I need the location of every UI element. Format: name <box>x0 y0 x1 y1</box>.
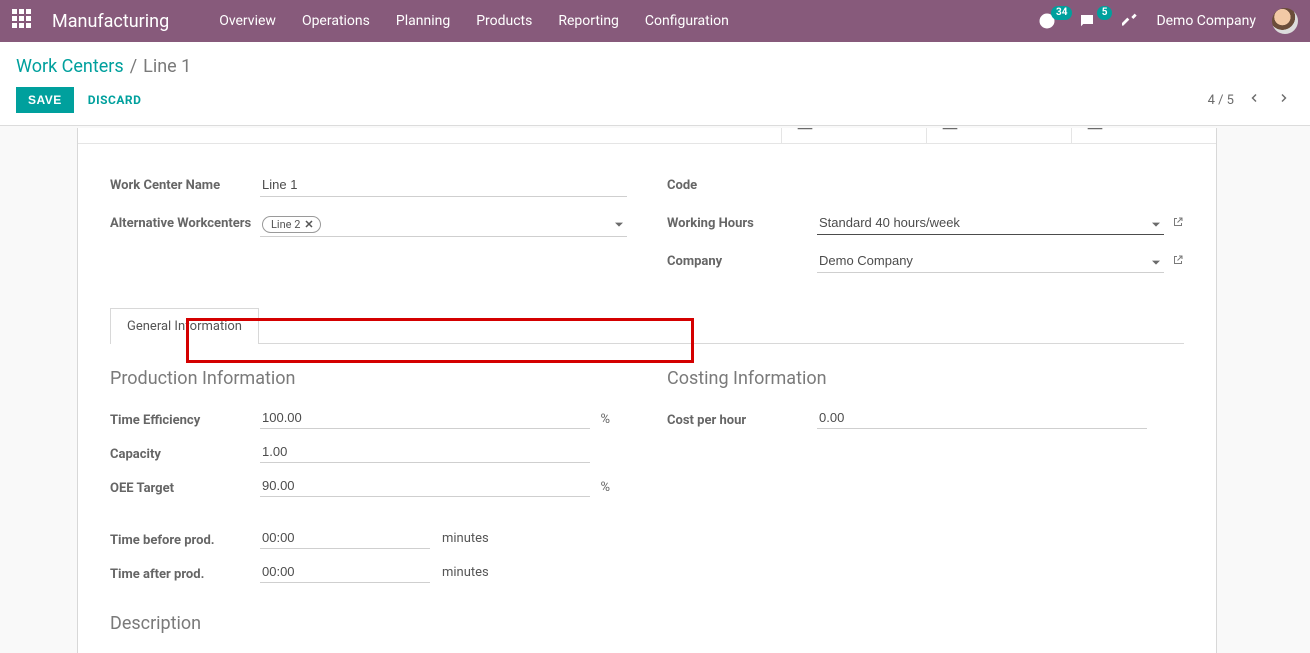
form-col-left: Work Center Name Alternative Workcenters… <box>110 174 627 288</box>
minutes-unit: minutes <box>442 531 489 546</box>
percent-unit: % <box>590 409 610 427</box>
breadcrumb: Work Centers / Line 1 <box>16 42 1294 77</box>
label-working-hours: Working Hours <box>667 212 817 231</box>
save-button[interactable]: SAVE <box>16 87 74 113</box>
cost-per-hour-input[interactable] <box>817 407 1147 429</box>
stat-load[interactable]: Load <box>926 128 1071 143</box>
chevron-left-icon <box>1248 92 1260 104</box>
tab-content-general: Production Information Time Efficiency %… <box>78 344 1216 603</box>
menu-planning[interactable]: Planning <box>386 9 460 33</box>
alt-tag-remove-icon[interactable]: ✕ <box>304 218 313 231</box>
workcenter-name-input[interactable] <box>262 177 627 192</box>
pie-icon <box>648 128 670 132</box>
label-time-after-prod: Time after prod. <box>110 563 260 582</box>
chevron-right-icon <box>1278 92 1290 104</box>
percent-unit: % <box>590 477 610 495</box>
description-title: Description <box>110 613 1184 634</box>
tabs-bar: General Information <box>110 308 1184 344</box>
stat-lost[interactable]: Lost <box>781 128 926 143</box>
form-col-right: Code Working Hours <box>667 174 1184 288</box>
alternative-workcenters-field[interactable]: Line 2 ✕ <box>260 212 627 237</box>
company-input[interactable] <box>819 253 1164 268</box>
stat-performance[interactable]: Performance <box>1071 128 1216 143</box>
label-company: Company <box>667 250 817 269</box>
breadcrumb-current: Line 1 <box>143 56 191 77</box>
main-menu: Overview Operations Planning Products Re… <box>209 9 739 33</box>
label-time-before-prod: Time before prod. <box>110 529 260 548</box>
pager-next[interactable] <box>1274 88 1294 112</box>
stat-lost-label: Lost <box>824 128 849 129</box>
bar-chart-icon <box>939 128 961 132</box>
brand-title[interactable]: Manufacturing <box>52 11 169 32</box>
messages-indicator[interactable]: 5 <box>1074 8 1110 34</box>
action-bar: SAVE DISCARD 4 / 5 <box>16 77 1294 125</box>
alt-tag-item[interactable]: Line 2 ✕ <box>262 216 321 233</box>
minutes-unit: minutes <box>442 565 489 580</box>
label-time-efficiency: Time Efficiency <box>110 409 260 428</box>
pager-prev[interactable] <box>1244 88 1264 112</box>
label-alternative-workcenters: Alternative Workcenters <box>110 212 260 231</box>
costing-section: Costing Information Cost per hour <box>667 368 1184 593</box>
workcenter-name-field[interactable] <box>260 174 627 197</box>
apps-icon[interactable] <box>12 9 36 33</box>
chat-icon <box>1078 12 1096 30</box>
costing-title: Costing Information <box>667 368 1184 389</box>
label-oee-target: OEE Target <box>110 477 260 496</box>
form-sheet: OEE Lost Load Performance Work Center Na… <box>77 128 1217 653</box>
user-avatar[interactable] <box>1272 8 1298 34</box>
messages-count: 5 <box>1097 6 1113 20</box>
bar-chart-icon <box>794 128 816 132</box>
external-link-icon <box>1172 216 1184 228</box>
topbar: Manufacturing Overview Operations Planni… <box>0 0 1310 42</box>
menu-overview[interactable]: Overview <box>209 9 286 33</box>
capacity-input[interactable] <box>260 441 590 463</box>
production-title: Production Information <box>110 368 627 389</box>
activity-count: 34 <box>1051 6 1072 20</box>
bar-chart-icon <box>1084 128 1106 132</box>
working-hours-field[interactable] <box>817 212 1164 235</box>
time-after-input[interactable] <box>260 561 430 583</box>
content-scroll[interactable]: OEE Lost Load Performance Work Center Na… <box>0 128 1294 653</box>
external-link-icon <box>1172 254 1184 266</box>
breadcrumb-root[interactable]: Work Centers <box>16 56 124 77</box>
control-panel: Work Centers / Line 1 SAVE DISCARD 4 / 5 <box>0 42 1310 126</box>
label-capacity: Capacity <box>110 443 260 462</box>
tab-general-information[interactable]: General Information <box>110 308 259 344</box>
time-efficiency-input[interactable] <box>260 407 590 429</box>
company-external-link[interactable] <box>1172 254 1184 270</box>
menu-configuration[interactable]: Configuration <box>635 9 739 33</box>
form-main: Work Center Name Alternative Workcenters… <box>78 144 1216 308</box>
production-section: Production Information Time Efficiency %… <box>110 368 627 593</box>
label-code: Code <box>667 174 817 193</box>
company-field[interactable] <box>817 250 1164 273</box>
stat-buttons: OEE Lost Load Performance <box>78 128 1216 144</box>
label-workcenter-name: Work Center Name <box>110 174 260 193</box>
pager: 4 / 5 <box>1208 88 1294 112</box>
discard-button[interactable]: DISCARD <box>88 93 142 107</box>
description-section: Description Description of the work cent… <box>78 603 1216 653</box>
breadcrumb-separator: / <box>130 56 137 77</box>
working-hours-input[interactable] <box>819 215 1164 230</box>
activity-indicator[interactable]: 34 <box>1034 8 1070 34</box>
stat-oee[interactable]: OEE <box>636 128 781 143</box>
tabs-container: General Information <box>78 308 1216 344</box>
alt-tag-label: Line 2 <box>271 218 300 231</box>
stat-load-label: Load <box>969 128 998 129</box>
pager-value[interactable]: 4 / 5 <box>1208 93 1234 108</box>
debug-icon[interactable] <box>1114 7 1146 35</box>
menu-reporting[interactable]: Reporting <box>548 9 629 33</box>
empty-unit <box>590 451 610 454</box>
wrench-icon <box>1122 11 1138 27</box>
label-cost-per-hour: Cost per hour <box>667 409 817 428</box>
company-switcher[interactable]: Demo Company <box>1156 13 1256 29</box>
oee-target-input[interactable] <box>260 475 590 497</box>
menu-operations[interactable]: Operations <box>292 9 380 33</box>
time-before-input[interactable] <box>260 527 430 549</box>
menu-products[interactable]: Products <box>466 9 542 33</box>
working-hours-external-link[interactable] <box>1172 216 1184 232</box>
stat-oee-label: OEE <box>678 128 702 129</box>
stat-performance-label: Performance <box>1114 128 1189 129</box>
